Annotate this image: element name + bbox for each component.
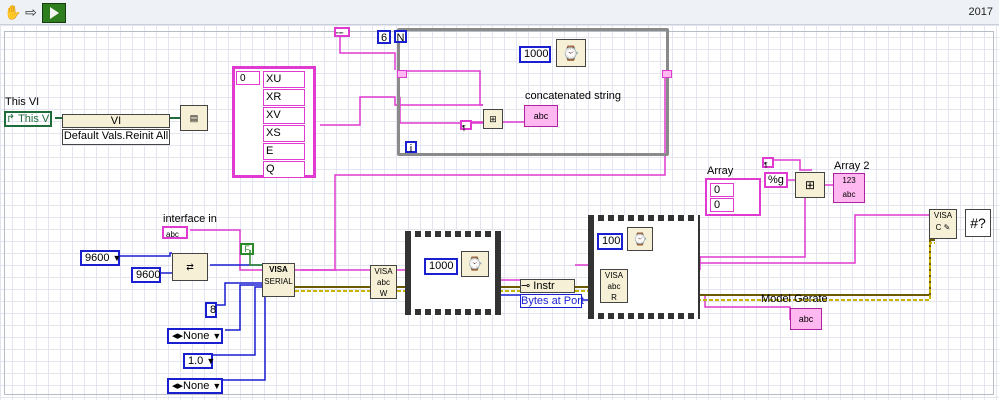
hand-tool-icon[interactable]: ✋ bbox=[4, 3, 22, 21]
concatenated-string-label: concatenated string bbox=[525, 90, 622, 102]
invoke-method[interactable]: Default Vals.Reinit All bbox=[62, 129, 170, 145]
interface-in-label: interface in bbox=[163, 213, 217, 225]
visa-write-node[interactable]: VISA abc W bbox=[370, 265, 397, 299]
property-class-text: Instr bbox=[533, 280, 555, 292]
wait-ms-icon[interactable]: ⌚ bbox=[627, 227, 653, 251]
flow-control-text: None bbox=[183, 380, 210, 392]
string-array-element[interactable]: E bbox=[263, 143, 305, 160]
interface-in-control[interactable]: abc bbox=[162, 226, 188, 239]
wait-constant-loop[interactable]: 1000 bbox=[519, 46, 551, 63]
string-array-element[interactable]: XU bbox=[263, 71, 305, 88]
dropdown-arrow-icon: ▼ bbox=[112, 253, 122, 263]
array-label: Array bbox=[707, 165, 734, 177]
select-icon[interactable]: ⇄ bbox=[172, 253, 208, 281]
wait-ms-icon[interactable]: ⌚ bbox=[461, 251, 489, 277]
visa-serial-text: VISA bbox=[269, 265, 288, 274]
wait-ms-icon[interactable]: ⌚ bbox=[556, 39, 586, 67]
concatenated-string-indicator: abc bbox=[524, 105, 558, 127]
array-control[interactable]: 0 0 bbox=[705, 178, 761, 216]
invoke-method-text: Default Vals.Reinit All bbox=[63, 130, 169, 142]
array2-label: Array 2 bbox=[834, 160, 870, 172]
error-handler-icon[interactable]: ▤ bbox=[180, 105, 208, 131]
array-index[interactable]: 0 bbox=[236, 71, 260, 85]
baud-constant[interactable]: 9600 bbox=[131, 267, 161, 283]
run-icon[interactable] bbox=[42, 3, 66, 23]
visa-read-node[interactable]: VISA abc R bbox=[600, 269, 628, 303]
parity-dropdown[interactable]: ◂▸None ▼ bbox=[167, 328, 223, 344]
visa-close-node[interactable]: VISA C ✎ bbox=[929, 209, 957, 239]
format-string-small[interactable]: ¶ bbox=[762, 157, 774, 169]
shift-register-right[interactable] bbox=[662, 70, 672, 78]
loop-count-constant[interactable]: 6 bbox=[377, 30, 391, 44]
stop-bits-dropdown[interactable]: 1.0 ▼ bbox=[183, 353, 216, 369]
model-gerate-label: Model Gerate bbox=[761, 293, 828, 305]
property-node[interactable]: ⊸ Instr bbox=[520, 279, 575, 293]
array-value-a[interactable]: 0 bbox=[710, 198, 734, 212]
shift-register-left[interactable] bbox=[397, 70, 407, 78]
format-constant[interactable]: %g bbox=[764, 172, 788, 188]
bytes-at-port-property[interactable]: Bytes at Port bbox=[520, 294, 584, 308]
block-diagram[interactable]: This VI ↱ This VI VI Default Vals.Reinit… bbox=[0, 25, 999, 400]
dropdown-arrow-icon: ▼ bbox=[206, 356, 216, 366]
dropdown-arrow-icon: ▼ bbox=[212, 381, 222, 391]
model-gerate-indicator: abc bbox=[790, 308, 822, 330]
version-label: 2017 bbox=[968, 6, 993, 18]
dropdown-arrow-icon: ▼ bbox=[212, 331, 222, 341]
this-vi-label: This VI bbox=[5, 96, 40, 108]
serial-small-text: SERIAL bbox=[264, 277, 293, 286]
string-array-constant[interactable]: 0 XU XR XV XS E Q bbox=[232, 66, 316, 178]
toolbar: ✋ ⇨ 2017 bbox=[0, 0, 999, 25]
crlf-constant[interactable]: ¶ bbox=[460, 120, 472, 132]
baud-dropdown[interactable]: 9600 ▼ bbox=[80, 250, 122, 266]
string-array-element[interactable]: XS bbox=[263, 125, 305, 142]
run-arrow-icon[interactable]: ⇨ bbox=[22, 3, 40, 21]
wait-constant-seq1[interactable]: 1000 bbox=[424, 258, 458, 275]
stop-bits-text: 1.0 bbox=[188, 355, 204, 367]
data-bits-constant[interactable]: 8 bbox=[205, 302, 217, 318]
this-vi-ref-text: This VI bbox=[18, 113, 53, 125]
string-array-element[interactable]: XR bbox=[263, 89, 305, 106]
empty-string-constant[interactable]: """ bbox=[334, 27, 350, 39]
simple-error-handler-icon[interactable]: #? bbox=[965, 209, 991, 237]
invoke-node[interactable]: VI bbox=[62, 114, 170, 128]
wait-constant-seq2[interactable]: 100 bbox=[597, 233, 623, 250]
concatenate-strings-icon[interactable]: ⊞ bbox=[483, 109, 503, 129]
string-array-element[interactable]: XV bbox=[263, 107, 305, 124]
false-constant[interactable]: F bbox=[240, 243, 254, 255]
string-array-element[interactable]: Q bbox=[263, 161, 305, 178]
loop-count-terminal: N bbox=[394, 30, 407, 44]
flow-control-dropdown[interactable]: ◂▸None ▼ bbox=[167, 378, 223, 394]
parity-text: None bbox=[183, 330, 210, 342]
loop-index-terminal: i bbox=[405, 141, 417, 155]
this-vi-reference[interactable]: ↱ This VI bbox=[4, 111, 52, 127]
visa-configure-serial[interactable]: VISA SERIAL bbox=[262, 263, 295, 297]
array-index-a[interactable]: 0 bbox=[710, 183, 734, 197]
baud-dropdown-text: 9600 bbox=[85, 252, 110, 264]
array-to-spreadsheet-icon[interactable]: ⊞ bbox=[795, 172, 825, 198]
invoke-node-class: VI bbox=[110, 115, 122, 127]
array2-indicator: 123 abc bbox=[833, 173, 865, 203]
